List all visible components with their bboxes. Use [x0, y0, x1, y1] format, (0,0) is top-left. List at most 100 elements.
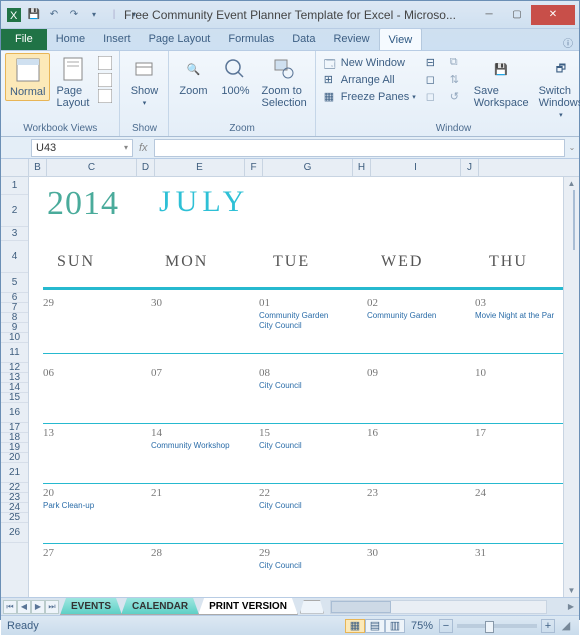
- tab-nav-prev[interactable]: ◀: [17, 600, 31, 614]
- row-header[interactable]: 15: [1, 393, 28, 403]
- show-button[interactable]: Show▾: [124, 53, 164, 109]
- week-line: [43, 353, 563, 354]
- minimize-button[interactable]: ─: [475, 5, 503, 25]
- event-text: City Council: [259, 561, 359, 570]
- event-text: City Council: [259, 381, 359, 390]
- sheet-tab-calendar[interactable]: CALENDAR: [121, 598, 199, 615]
- row-header[interactable]: 10: [1, 333, 28, 343]
- grid[interactable]: 2014JULYSUNMONTUEWEDTHU2930010203Communi…: [29, 177, 563, 597]
- day-header: WED: [381, 253, 423, 271]
- vertical-scrollbar[interactable]: ▲ ▼: [563, 177, 579, 597]
- day-number: 02: [367, 297, 378, 309]
- col-header[interactable]: B: [29, 159, 47, 176]
- split-button[interactable]: ⊟: [424, 55, 442, 71]
- zoom-in-button[interactable]: +: [541, 619, 555, 633]
- tab-page-layout[interactable]: Page Layout: [140, 28, 220, 50]
- tab-nav-last[interactable]: ⏭: [45, 600, 59, 614]
- col-header[interactable]: I: [371, 159, 461, 176]
- horizontal-scrollbar[interactable]: [330, 600, 547, 614]
- zoom-100-button[interactable]: 100%: [215, 53, 255, 99]
- col-header[interactable]: E: [155, 159, 245, 176]
- zoom-button[interactable]: 🔍Zoom: [173, 53, 213, 99]
- event-text: Community Workshop: [151, 441, 251, 450]
- col-header[interactable]: H: [353, 159, 371, 176]
- normal-view-icon[interactable]: ▦: [345, 619, 365, 633]
- day-number: 13: [43, 427, 54, 439]
- qat-customize-icon[interactable]: ▾: [85, 6, 103, 24]
- page-layout-view-icon[interactable]: ▤: [365, 619, 385, 633]
- tab-review[interactable]: Review: [324, 28, 378, 50]
- row-header[interactable]: 2: [1, 195, 28, 227]
- sync-scroll-button[interactable]: ⇅: [448, 72, 466, 88]
- tab-view[interactable]: View: [379, 28, 423, 50]
- new-window-button[interactable]: 🗔New Window: [322, 55, 418, 71]
- hide-button[interactable]: ◻: [424, 72, 442, 88]
- freeze-panes-button[interactable]: ▦Freeze Panes ▾: [322, 89, 418, 105]
- day-header: TUE: [273, 253, 310, 271]
- maximize-button[interactable]: ▢: [503, 5, 531, 25]
- sheet-tab-print-version[interactable]: PRINT VERSION: [198, 598, 298, 615]
- day-number: 07: [151, 367, 162, 379]
- formula-expand-icon[interactable]: ⌄: [566, 139, 578, 157]
- row-header[interactable]: 20: [1, 453, 28, 463]
- event-text: Community Garden: [367, 311, 467, 320]
- page-layout-button[interactable]: Page Layout: [52, 53, 93, 111]
- save-icon[interactable]: 💾: [25, 6, 43, 24]
- tab-data[interactable]: Data: [283, 28, 324, 50]
- day-number: 10: [475, 367, 486, 379]
- zoom-out-button[interactable]: −: [439, 619, 453, 633]
- save-workspace-button[interactable]: 💾Save Workspace: [470, 53, 533, 111]
- file-tab[interactable]: File: [1, 28, 47, 50]
- unhide-button[interactable]: ◻: [424, 89, 442, 105]
- row-header[interactable]: 21: [1, 463, 28, 483]
- normal-view-button[interactable]: Normal: [5, 53, 50, 101]
- row-header[interactable]: 11: [1, 343, 28, 363]
- page-break-view-icon[interactable]: ▥: [385, 619, 405, 633]
- row-header[interactable]: 1: [1, 177, 28, 195]
- tab-insert[interactable]: Insert: [94, 28, 140, 50]
- resize-grip[interactable]: ◢: [559, 619, 573, 632]
- tab-nav-first[interactable]: ⏮: [3, 600, 17, 614]
- close-button[interactable]: ✕: [531, 5, 575, 25]
- zoom-slider[interactable]: [457, 624, 537, 628]
- reset-pos-button[interactable]: ↺: [448, 89, 466, 105]
- col-header[interactable]: C: [47, 159, 137, 176]
- ribbon-help-icon[interactable]: ⓘ: [557, 35, 579, 50]
- view-shortcuts: ▦ ▤ ▥: [345, 619, 405, 633]
- view-side-button[interactable]: ⧉: [448, 55, 466, 71]
- col-header[interactable]: F: [245, 159, 263, 176]
- name-box[interactable]: U43▾: [31, 139, 133, 157]
- row-header[interactable]: 5: [1, 273, 28, 293]
- day-number: 29: [259, 547, 270, 559]
- day-number: 21: [151, 487, 162, 499]
- new-sheet-button[interactable]: [300, 600, 324, 614]
- arrange-all-button[interactable]: ⊞Arrange All: [322, 72, 418, 88]
- switch-windows-button[interactable]: 🗗Switch Windows▾: [535, 53, 580, 121]
- col-header[interactable]: D: [137, 159, 155, 176]
- row-header[interactable]: 26: [1, 523, 28, 543]
- quick-access-toolbar: X 💾 ↶ ↷ ▾ | ▾: [5, 6, 143, 24]
- tab-formulas[interactable]: Formulas: [219, 28, 283, 50]
- row-header[interactable]: 16: [1, 403, 28, 423]
- window-title: Free Community Event Planner Template fo…: [124, 8, 456, 22]
- select-all-corner[interactable]: [1, 159, 29, 177]
- tab-home[interactable]: Home: [47, 28, 94, 50]
- group-zoom: 🔍Zoom 100% Zoom to Selection Zoom: [169, 51, 315, 136]
- tab-nav-next[interactable]: ▶: [31, 600, 45, 614]
- svg-text:X: X: [10, 10, 18, 22]
- page-break-button[interactable]: [95, 53, 115, 105]
- row-header[interactable]: 3: [1, 227, 28, 241]
- undo-icon[interactable]: ↶: [45, 6, 63, 24]
- formula-bar[interactable]: [154, 139, 565, 157]
- col-header[interactable]: J: [461, 159, 479, 176]
- fx-icon[interactable]: fx: [139, 142, 148, 154]
- sheet-tab-events[interactable]: EVENTS: [60, 598, 122, 615]
- zoom-selection-button[interactable]: Zoom to Selection: [257, 53, 310, 111]
- redo-icon[interactable]: ↷: [65, 6, 83, 24]
- row-header[interactable]: 25: [1, 513, 28, 523]
- excel-icon[interactable]: X: [5, 6, 23, 24]
- col-header[interactable]: G: [263, 159, 353, 176]
- row-header[interactable]: 4: [1, 241, 28, 273]
- zoom-level[interactable]: 75%: [411, 620, 433, 632]
- day-number: 17: [475, 427, 486, 439]
